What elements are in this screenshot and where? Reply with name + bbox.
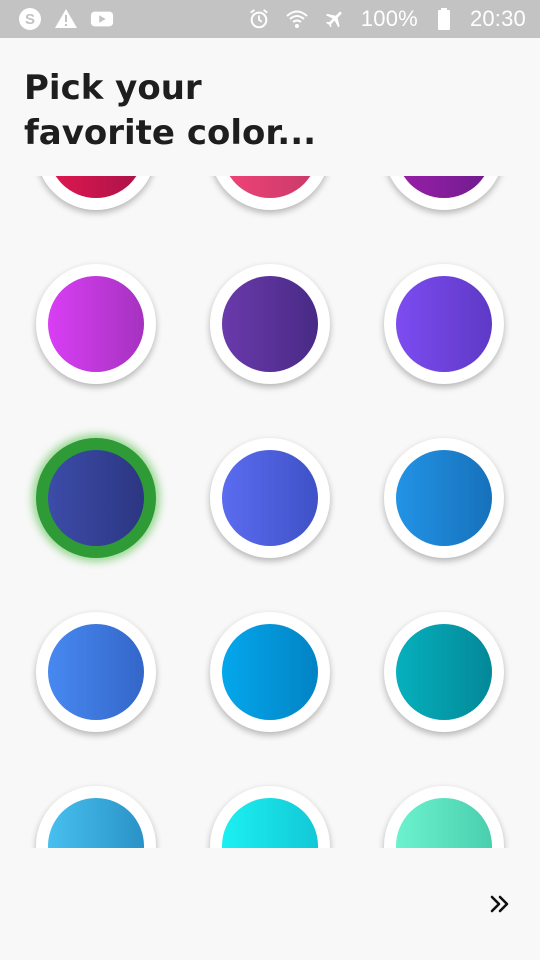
color-swatch[interactable] — [210, 438, 330, 558]
bottom-bar — [0, 848, 540, 960]
color-swatch-fill — [222, 798, 318, 848]
page-title-line-1: Pick your — [24, 68, 202, 108]
battery-icon — [432, 7, 456, 31]
color-swatch-fill — [222, 450, 318, 546]
alarm-icon — [247, 7, 271, 31]
color-swatch-fill — [396, 176, 492, 198]
color-swatch-fill — [48, 176, 144, 198]
color-swatch[interactable] — [384, 176, 504, 210]
color-swatch-fill — [396, 450, 492, 546]
color-swatch[interactable] — [36, 786, 156, 848]
color-swatch-fill — [222, 176, 318, 198]
status-bar-left: S — [18, 7, 114, 31]
battery-percent: 100% — [360, 6, 418, 31]
color-swatch[interactable] — [210, 176, 330, 210]
status-bar-right: 100% 20:30 — [247, 6, 526, 32]
skype-icon: S — [18, 7, 42, 31]
page-title: Pick your favorite color... — [24, 66, 444, 156]
color-swatch[interactable] — [384, 264, 504, 384]
color-swatch[interactable] — [384, 612, 504, 732]
youtube-icon — [90, 7, 114, 31]
color-swatch[interactable] — [384, 786, 504, 848]
color-swatch-fill — [48, 624, 144, 720]
color-swatch-selected[interactable] — [36, 438, 156, 558]
color-swatch-fill — [48, 798, 144, 848]
color-swatch[interactable] — [36, 264, 156, 384]
color-swatch-fill — [222, 624, 318, 720]
color-swatch-fill — [48, 276, 144, 372]
page-title-line-2: favorite color... — [24, 113, 317, 153]
airplane-mode-icon — [323, 7, 347, 31]
color-swatch-fill — [396, 624, 492, 720]
clock: 20:30 — [469, 6, 526, 31]
svg-text:S: S — [25, 11, 35, 28]
next-button[interactable] — [482, 886, 518, 922]
color-swatch[interactable] — [36, 176, 156, 210]
color-swatch[interactable] — [210, 786, 330, 848]
color-swatch-fill — [48, 450, 144, 546]
color-swatch[interactable] — [210, 612, 330, 732]
color-grid-viewport[interactable] — [0, 176, 540, 848]
color-swatch-fill — [222, 276, 318, 372]
color-swatch-fill — [396, 798, 492, 848]
color-swatch[interactable] — [36, 612, 156, 732]
color-swatch[interactable] — [384, 438, 504, 558]
warning-icon — [54, 7, 78, 31]
color-swatch-fill — [396, 276, 492, 372]
color-swatch[interactable] — [210, 264, 330, 384]
wifi-icon — [285, 7, 309, 31]
double-chevron-right-icon — [490, 895, 509, 913]
status-bar: S 100% 20:30 — [0, 0, 540, 38]
